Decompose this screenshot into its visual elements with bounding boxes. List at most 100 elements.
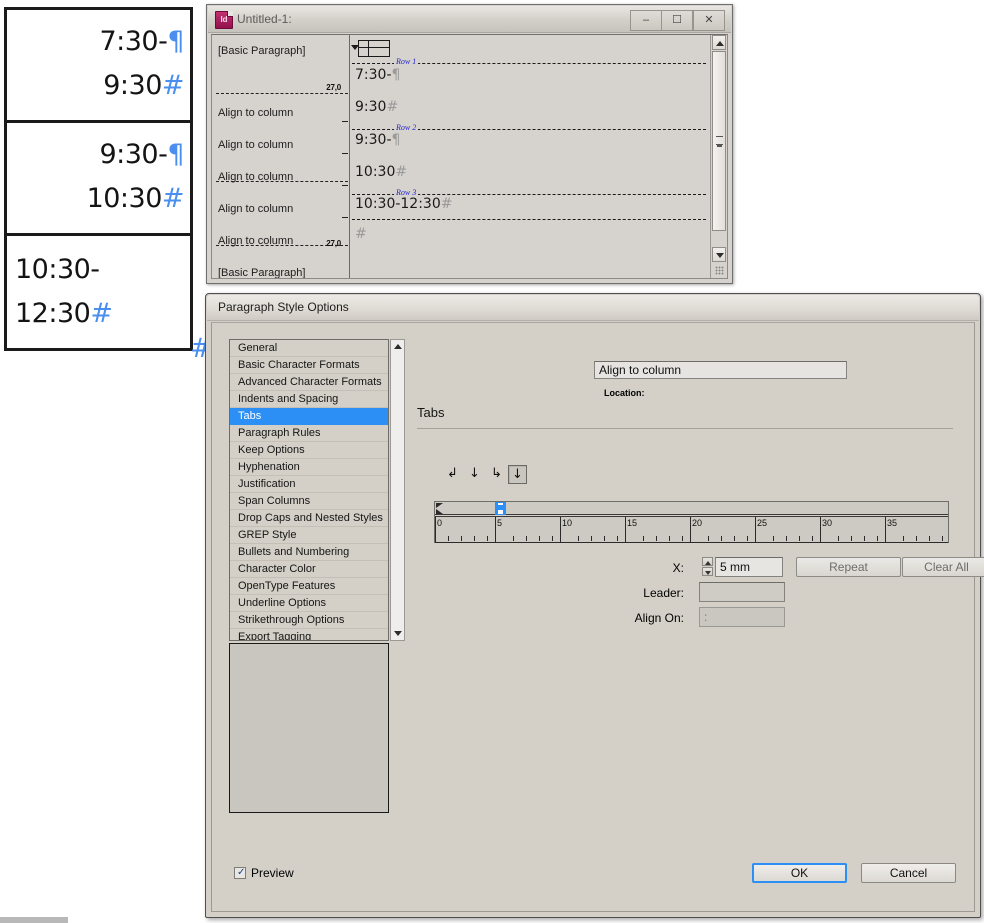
scrollbar-thumb[interactable] (712, 51, 726, 231)
story-style-row: [Basic Paragraph] (212, 259, 349, 278)
ok-button[interactable]: OK (752, 863, 847, 883)
category-item-tabs[interactable]: Tabs (230, 408, 388, 425)
category-item-bullets-and-numbering[interactable]: Bullets and Numbering (230, 544, 388, 561)
dialog-title: Paragraph Style Options (218, 300, 349, 314)
scroll-up-button[interactable] (712, 35, 726, 50)
clear-all-button[interactable]: Clear All (902, 557, 984, 577)
story-line: 9:30# (355, 99, 399, 115)
story-editor-title: Untitled-1: (237, 12, 292, 26)
pilcrow-mark: ¶ (391, 132, 401, 148)
dialog-titlebar[interactable]: Paragraph Style Options (207, 295, 979, 321)
x-stepper[interactable] (702, 557, 713, 577)
grip-icon (716, 136, 723, 145)
category-item-span-columns[interactable]: Span Columns (230, 493, 388, 510)
depth-ruler-value: 27,0 (326, 239, 341, 248)
table-icon[interactable] (351, 40, 390, 57)
ruler-minor-tick (617, 536, 618, 541)
taskbar-stub (0, 917, 68, 923)
category-item-export-tagging[interactable]: Export Tagging (230, 629, 388, 640)
center-tab-button[interactable]: ↓ (465, 465, 484, 484)
close-button[interactable]: ✕ (693, 10, 725, 31)
close-icon: ✕ (704, 14, 714, 26)
stepper-up-button[interactable] (702, 557, 713, 566)
story-line: 7:30-¶ (355, 67, 401, 83)
check-icon: ✓ (237, 867, 246, 878)
decimal-tab-button[interactable]: ↓ (508, 465, 527, 484)
ruler-minor-tick (539, 536, 540, 541)
x-label: X: (672, 561, 684, 575)
story-editor-window: Id Untitled-1: – ☐ ✕ [Basic Paragraph] 2… (206, 4, 733, 284)
tab-ruler[interactable]: 0 5 10 15 20 25 30 35 (434, 501, 949, 543)
cancel-button[interactable]: Cancel (861, 863, 956, 883)
resize-grip[interactable] (712, 263, 727, 278)
paragraph-tick (342, 153, 348, 154)
leader-input[interactable] (699, 582, 785, 602)
ruler-tick-label: 15 (627, 518, 638, 528)
ruler-tick-label: 5 (497, 518, 503, 528)
ruler-minor-tick (916, 536, 917, 541)
category-item-grep-style[interactable]: GREP Style (230, 527, 388, 544)
ruler-minor-tick (799, 536, 800, 541)
category-list-scrollbar[interactable] (390, 339, 405, 641)
category-item-hyphenation[interactable]: Hyphenation (230, 459, 388, 476)
story-line: 10:30-12:30# (355, 196, 453, 212)
category-item-justification[interactable]: Justification (230, 476, 388, 493)
category-item-keep-options[interactable]: Keep Options (230, 442, 388, 459)
table-row-divider (352, 219, 706, 220)
pilcrow-mark: ¶ (167, 26, 184, 57)
minimize-icon: – (642, 14, 650, 26)
paragraph-style-options-dialog: Paragraph Style Options General Basic Ch… (205, 293, 984, 918)
paragraph-tick (342, 217, 348, 218)
category-item-basic-character-formats[interactable]: Basic Character Formats (230, 357, 388, 374)
table-cell-row3: 10:30- 12:30# (4, 233, 193, 351)
maximize-button[interactable]: ☐ (661, 10, 693, 31)
stepper-down-button[interactable] (702, 567, 713, 576)
category-item-paragraph-rules[interactable]: Paragraph Rules (230, 425, 388, 442)
category-item-indents-and-spacing[interactable]: Indents and Spacing (230, 391, 388, 408)
category-item-underline-options[interactable]: Underline Options (230, 595, 388, 612)
scroll-down-button[interactable] (391, 627, 404, 640)
right-tab-button[interactable]: ↳ (487, 465, 506, 484)
end-of-story-mark: # (161, 70, 185, 101)
story-editor-titlebar[interactable]: Id Untitled-1: – ☐ ✕ (208, 6, 731, 33)
table-cell-row2: 9:30-¶ 10:30# (4, 120, 193, 236)
cell-line: 7:30-¶ (99, 26, 184, 57)
category-item-character-color[interactable]: Character Color (230, 561, 388, 578)
story-text-column[interactable]: Row 1 7:30-¶ 9:30# Row 2 9:30-¶ 10:30# R… (350, 35, 710, 278)
left-tab-button[interactable]: ↲ (443, 465, 462, 484)
preview-checkbox[interactable]: ✓ (234, 867, 246, 879)
story-vertical-scrollbar[interactable] (710, 35, 727, 278)
preview-label: Preview (251, 866, 294, 880)
category-item-opentype-features[interactable]: OpenType Features (230, 578, 388, 595)
story-style-name-column[interactable]: [Basic Paragraph] 27,0 Align to column A… (212, 35, 350, 278)
scroll-up-button[interactable] (391, 340, 404, 353)
scroll-down-button[interactable] (712, 247, 726, 262)
minimize-button[interactable]: – (630, 10, 662, 31)
repeat-button[interactable]: Repeat (796, 557, 901, 577)
tab-stop-marker[interactable] (495, 502, 506, 515)
cell-end-mark: # (440, 196, 453, 212)
style-name-input[interactable]: Align to column (594, 361, 847, 379)
indent-marker-icon[interactable] (436, 503, 444, 514)
align-on-label: Align On: (634, 611, 684, 625)
ruler-minor-tick (487, 536, 488, 541)
ruler-tick-label: 25 (757, 518, 768, 528)
align-on-input[interactable]: : (699, 607, 785, 627)
story-style-row: 27,0 (212, 69, 349, 101)
ruler-minor-tick (643, 536, 644, 541)
x-input[interactable]: 5 mm (715, 557, 783, 577)
category-list[interactable]: General Basic Character Formats Advanced… (229, 339, 389, 641)
ruler-minor-tick (773, 536, 774, 541)
chevron-up-icon (716, 41, 724, 46)
table-row-label: Row 2 (394, 123, 419, 132)
category-item-strikethrough-options[interactable]: Strikethrough Options (230, 612, 388, 629)
tab-ruler-strip[interactable] (435, 501, 948, 515)
category-item-advanced-character-formats[interactable]: Advanced Character Formats (230, 374, 388, 391)
category-item-drop-caps-and-nested-styles[interactable]: Drop Caps and Nested Styles (230, 510, 388, 527)
cell-line: 10:30- (15, 254, 100, 285)
ruler-minor-tick (591, 536, 592, 541)
ruler-tick-label: 20 (692, 518, 703, 528)
category-item-general[interactable]: General (230, 340, 388, 357)
ruler-minor-tick (851, 536, 852, 541)
ruler-tick-label: 10 (562, 518, 573, 528)
